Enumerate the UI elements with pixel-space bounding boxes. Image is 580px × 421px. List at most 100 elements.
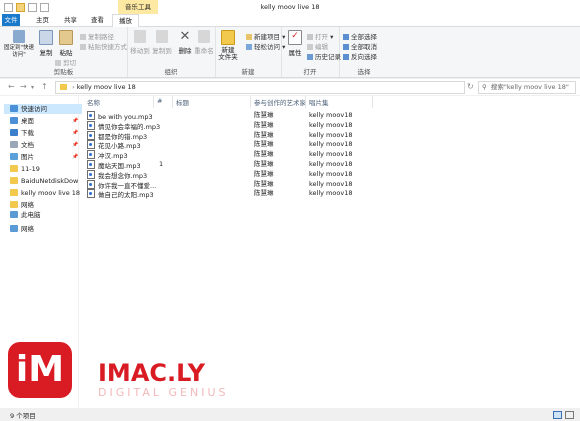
breadcrumb-current-folder[interactable]: kelly moov live 18 <box>77 83 136 91</box>
file-row[interactable]: 情见你会幸福的.mp3 陈慧琳 kelly moov18 <box>85 120 375 131</box>
file-name-text: be with you.mp3 <box>98 113 153 121</box>
nav-item[interactable]: BaiduNetdiskDow <box>10 176 78 186</box>
nav-item[interactable]: 图片 📌 <box>10 152 78 162</box>
large-icons-view-icon[interactable] <box>565 411 574 419</box>
paste-shortcut-button[interactable]: 粘贴快捷方式 <box>80 41 127 51</box>
nav-item[interactable]: 下载 📌 <box>10 128 78 138</box>
select-all-button[interactable]: 全部选择 <box>343 31 377 41</box>
ribbon-tabs: 文件 主页 共享 查看 播放 <box>0 14 580 27</box>
file-name-text: 都是你的错.mp3 <box>98 132 148 141</box>
pin-quick-access-button[interactable]: 固定到"快速访问" <box>2 30 36 59</box>
tab-file[interactable]: 文件 <box>2 14 20 26</box>
nav-item[interactable]: 文档 📌 <box>10 140 78 150</box>
select-none-icon <box>343 44 349 50</box>
copy-path-button[interactable]: 复制路径 <box>80 31 114 41</box>
file-artist-text: 陈慧琳 <box>254 189 274 198</box>
history-button[interactable]: 历史记录 <box>307 51 341 61</box>
select-none-button[interactable]: 全部取消 <box>343 41 377 51</box>
folder-icon <box>10 189 18 196</box>
select-group: 全部选择 全部取消 反向选择 选择 <box>339 27 389 77</box>
file-album-text: kelly moov18 <box>309 120 353 129</box>
move-to-icon <box>134 30 146 43</box>
search-input[interactable]: ⚲ 搜索"kelly moov live 18" <box>478 81 576 94</box>
nav-network[interactable]: 网络 <box>10 224 34 234</box>
tab-share[interactable]: 共享 <box>58 14 83 26</box>
nav-item[interactable]: 桌面 📌 <box>10 116 78 126</box>
properties-button[interactable]: ✓ 属性 <box>282 30 308 57</box>
details-view-icon[interactable] <box>553 411 562 419</box>
recent-locations-icon[interactable]: ▾ <box>31 84 34 91</box>
new-item-button[interactable]: 新建项目 ▾ <box>246 31 285 41</box>
file-album: kelly moov18 <box>309 189 352 198</box>
download-icon <box>10 129 18 136</box>
nav-quick-access[interactable]: 快速访问 <box>4 104 82 114</box>
file-row[interactable]: 魔站天国.mp3 1 陈慧琳 kelly moov18 <box>85 160 375 170</box>
tab-view[interactable]: 查看 <box>85 14 110 26</box>
easy-access-button[interactable]: 轻松访问 ▾ <box>246 41 285 51</box>
invert-selection-button[interactable]: 反向选择 <box>343 51 377 61</box>
new-folder-button[interactable]: 新建 文件夹 <box>215 30 241 61</box>
file-row[interactable]: be with you.mp3 陈慧琳 kelly moov18 <box>85 111 375 121</box>
invert-selection-icon <box>343 54 349 60</box>
status-bar: 9 个项目 <box>0 408 580 421</box>
new-group: 新建 文件夹 新建项目 ▾ 轻松访问 ▾ 新建 <box>215 27 285 77</box>
column-separator <box>305 96 306 108</box>
column-separator <box>250 96 251 108</box>
nav-item-label: 网络 <box>21 201 34 209</box>
computer-icon <box>10 211 18 218</box>
file-album: kelly moov18 <box>309 121 352 130</box>
column-header-artist[interactable]: 参与创作的艺术家 <box>254 97 306 107</box>
file-number-text: 1 <box>159 160 164 168</box>
paste-shortcut-icon <box>80 44 86 50</box>
tab-play[interactable]: 播放 <box>112 14 139 27</box>
clipboard-group: 固定到"快速访问" 复制 粘贴 复制路径 粘贴快捷方式 剪切 剪贴板 <box>0 27 128 77</box>
documents-icon <box>10 141 18 148</box>
folder-icon <box>60 84 67 90</box>
nav-this-pc[interactable]: 此电脑 <box>10 210 41 220</box>
edit-button[interactable]: 编辑 <box>307 41 328 51</box>
column-header-title[interactable]: 标题 <box>176 97 189 107</box>
item-count: 9 个项目 <box>10 412 36 420</box>
up-arrow-icon[interactable]: ↑ <box>41 82 48 91</box>
file-number: 1 <box>159 160 163 169</box>
nav-item[interactable]: kelly moov live 18 <box>10 188 80 198</box>
file-album: kelly moov18 <box>309 131 352 140</box>
file-album-text: kelly moov18 <box>309 169 353 178</box>
organize-group-label: 组织 <box>164 68 178 76</box>
refresh-icon[interactable]: ↻ <box>467 82 474 91</box>
folder-icon <box>10 201 18 208</box>
pin-icon: 📌 <box>72 130 79 136</box>
file-name-text: 我会想念你.mp3 <box>98 171 148 180</box>
file-row[interactable]: 做自己的太阳.mp3 陈慧琳 kelly moov18 <box>85 189 375 199</box>
file-name-text: 你许我一直不懂爱... <box>98 181 157 190</box>
organize-group: 移动到 复制到 ✕ 删除 重命名 组织 <box>127 27 216 77</box>
file-row[interactable]: 我会想念你.mp3 陈慧琳 kelly moov18 <box>85 169 375 180</box>
address-bar[interactable]: › kelly moov live 18 <box>55 81 465 94</box>
file-row[interactable]: 冲汉.mp3 陈慧琳 kelly moov18 <box>85 150 375 161</box>
back-arrow-icon[interactable]: ← <box>8 82 15 91</box>
file-row[interactable]: 都是你的错.mp3 陈慧琳 kelly moov18 <box>85 130 375 141</box>
audio-file-icon <box>87 179 95 189</box>
rename-button[interactable]: 重命名 <box>191 30 217 55</box>
file-name-text: 花见小路.mp3 <box>98 142 141 151</box>
paste-button[interactable]: 粘贴 <box>53 30 79 57</box>
search-placeholder: 搜索"kelly moov live 18" <box>490 83 569 91</box>
audio-file-icon <box>87 140 95 150</box>
forward-arrow-icon[interactable]: → <box>20 82 27 91</box>
clipboard-group-label: 剪贴板 <box>53 68 74 76</box>
properties-icon: ✓ <box>288 30 302 45</box>
open-button[interactable]: 打开 ▾ <box>307 31 333 41</box>
file-album-text: kelly moov18 <box>309 111 353 119</box>
file-row[interactable]: 你许我一直不懂爱... 陈慧琳 kelly moov18 <box>85 179 375 190</box>
file-album: kelly moov18 <box>309 140 352 149</box>
column-header-number[interactable]: # <box>157 97 162 105</box>
nav-item[interactable]: 11-19 <box>10 164 40 174</box>
file-name-text: 冲汉.mp3 <box>98 152 128 161</box>
column-header-name[interactable]: 名称 <box>87 97 100 107</box>
nav-item[interactable]: 网络 <box>10 200 34 210</box>
column-header-album[interactable]: 唱片集 <box>309 97 329 107</box>
desktop-icon <box>10 117 18 124</box>
file-row[interactable]: 花见小路.mp3 陈慧琳 kelly moov18 <box>85 140 375 151</box>
main-content: 快速访问 桌面 📌 下载 📌 文档 📌 图片 📌 11-19 BaiduNetdiskDow kel… <box>0 96 580 408</box>
tab-home[interactable]: 主页 <box>30 14 55 26</box>
